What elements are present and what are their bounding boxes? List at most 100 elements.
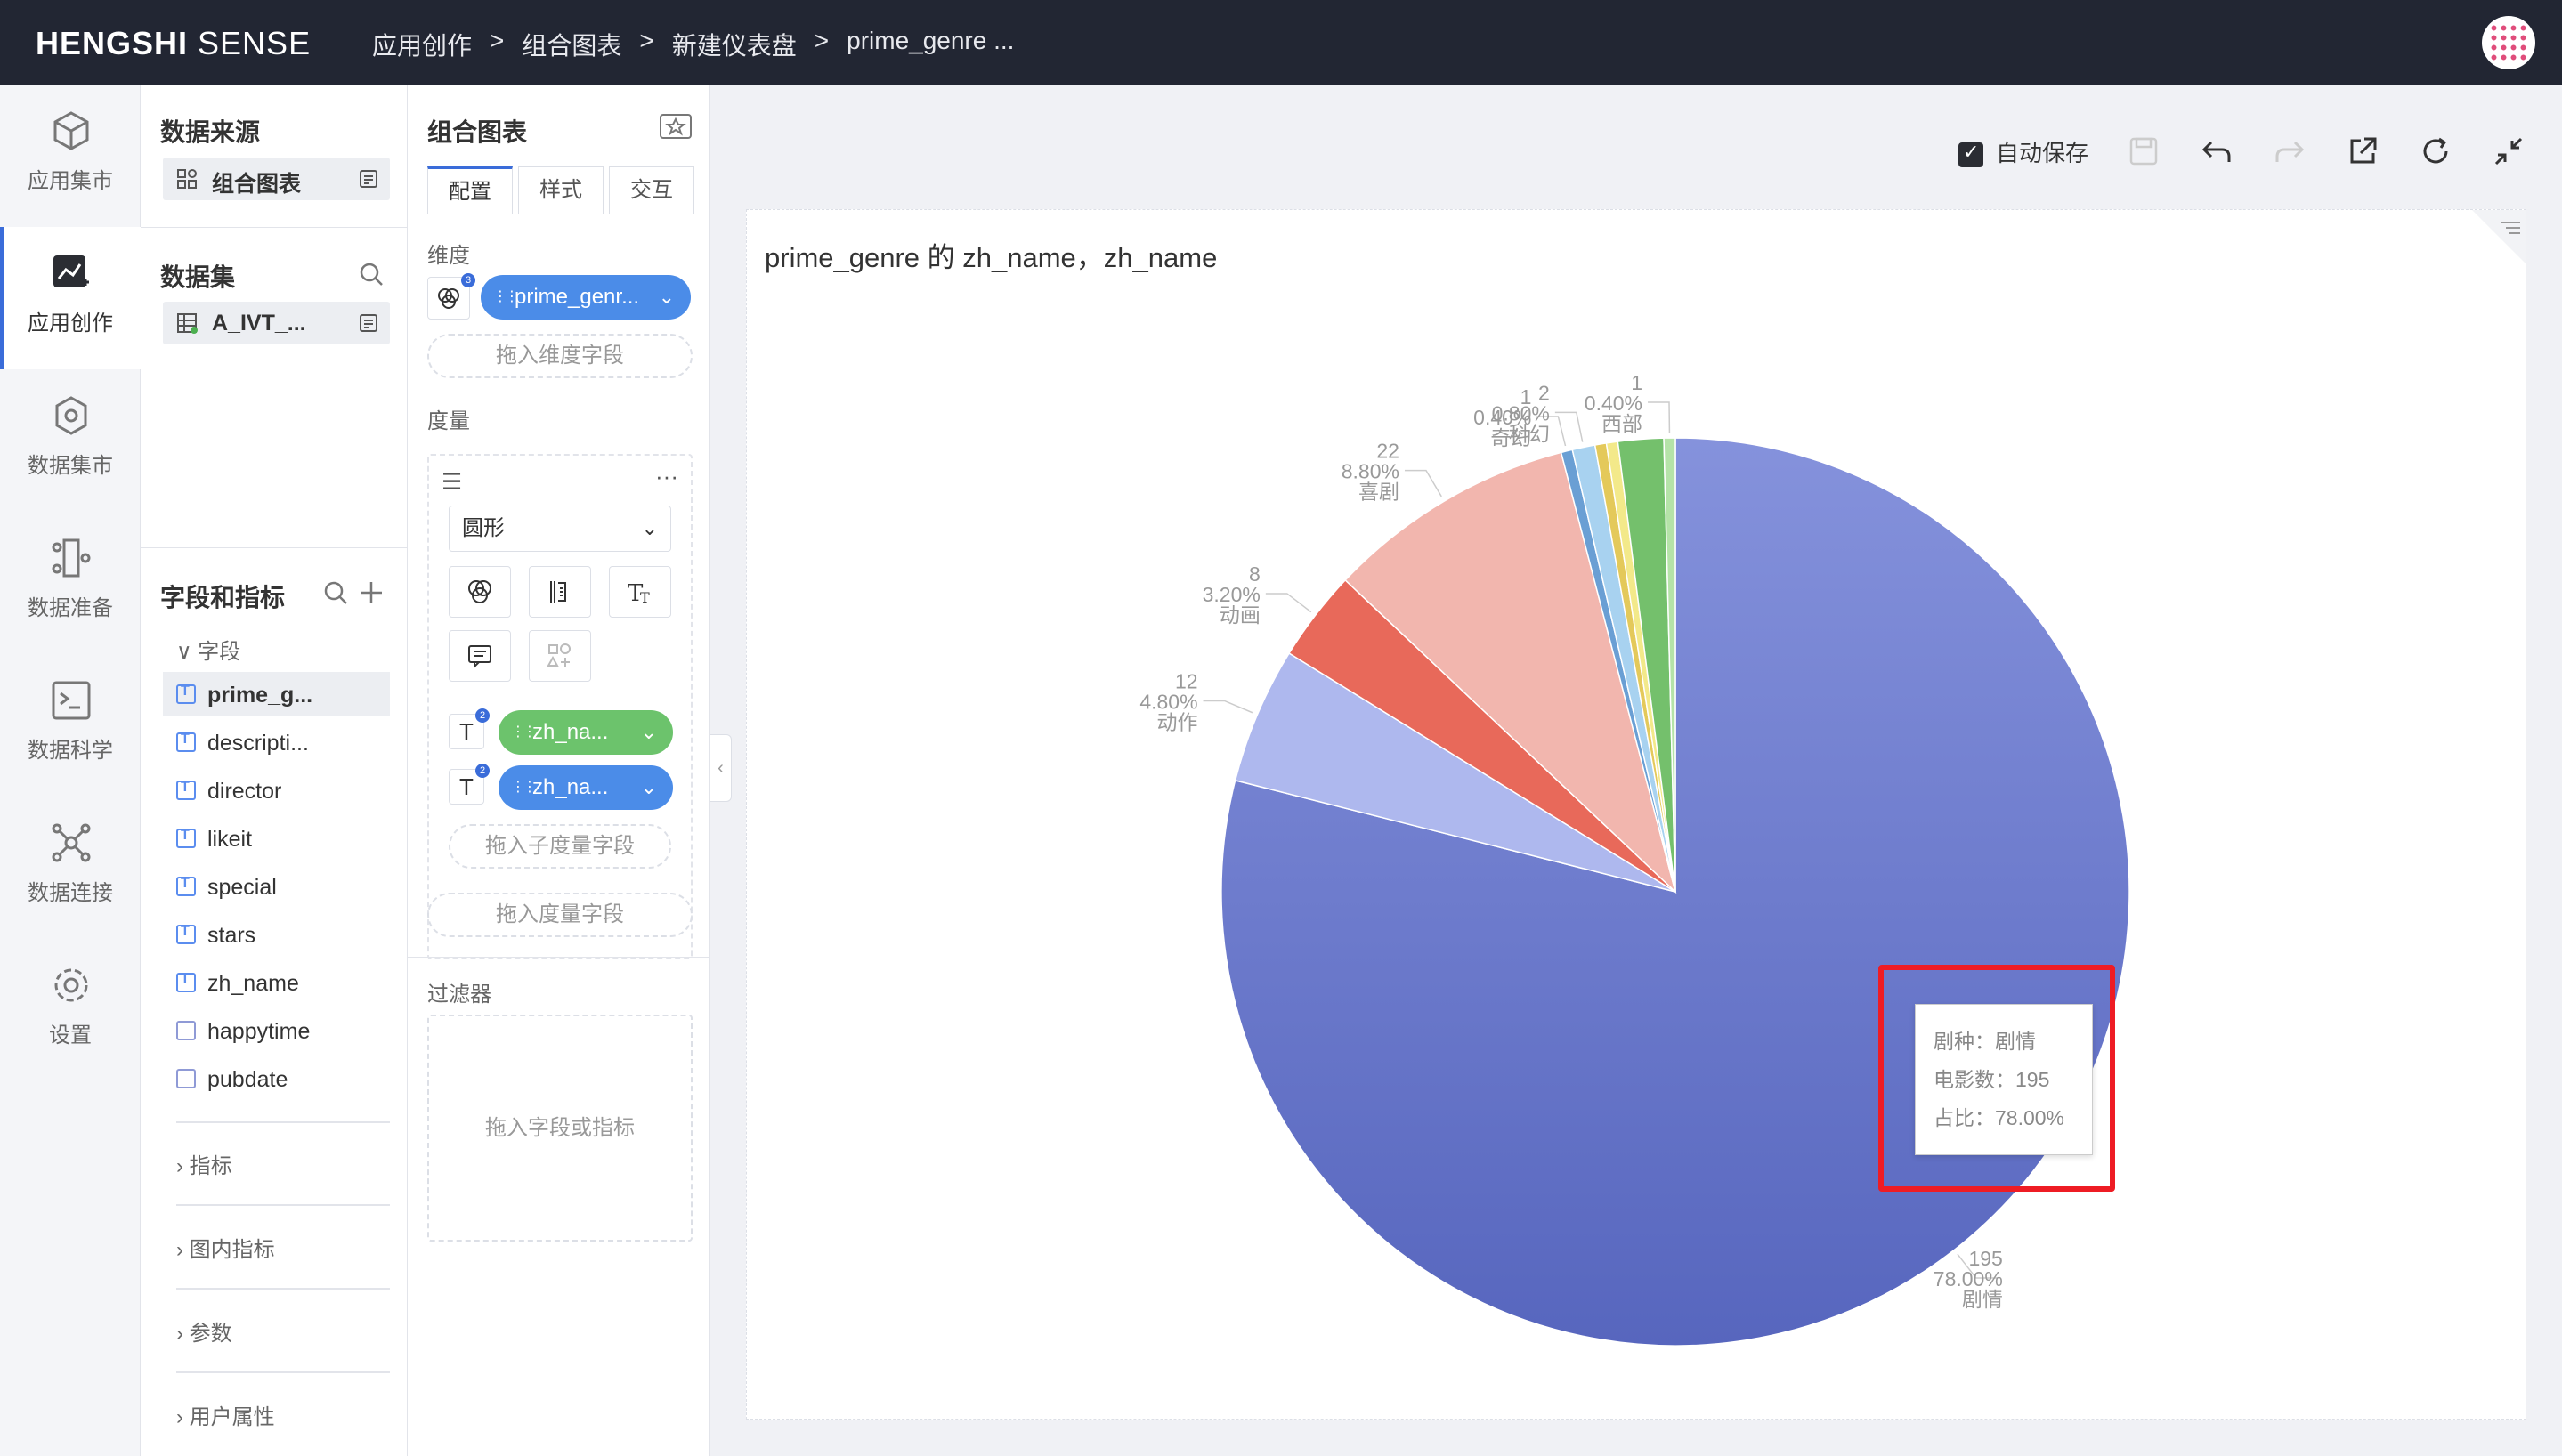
edit-icon[interactable] xyxy=(358,312,379,334)
connection-icon xyxy=(52,823,91,862)
size-setting-button[interactable] xyxy=(529,566,591,618)
edit-icon[interactable] xyxy=(358,168,379,190)
checkbox-checked-icon xyxy=(1958,141,1983,167)
field-name: stars xyxy=(207,923,256,948)
avatar-pattern xyxy=(2489,23,2528,62)
filter-label: 过滤器 xyxy=(427,983,491,1007)
source-selector[interactable]: 组合图表 xyxy=(163,158,390,200)
label-leader-line xyxy=(1265,593,1312,613)
measure-label: 度量 xyxy=(427,409,470,433)
source-value: 组合图表 xyxy=(212,172,302,197)
autosave-toggle[interactable]: 自动保存 xyxy=(1958,135,2088,168)
group-metrics[interactable]: › 指标 xyxy=(176,1148,232,1179)
nav-data-prep[interactable]: 数据准备 xyxy=(0,512,141,654)
measure-count-badge: 2 xyxy=(475,708,490,723)
nav-app-market[interactable]: 应用集市 xyxy=(0,85,141,227)
tooltip-line: 电影数：195 xyxy=(1934,1068,2050,1091)
tooltip-setting-button[interactable] xyxy=(449,630,511,682)
nav-label: 应用创作 xyxy=(28,311,113,336)
label-leader-line xyxy=(1648,401,1671,433)
measure-pill-1[interactable]: zh_na... ⌄ xyxy=(499,710,673,755)
nav-data-connect[interactable]: 数据连接 xyxy=(0,797,141,939)
nav-label: 应用集市 xyxy=(28,169,113,193)
text-field-icon xyxy=(176,876,196,896)
chevron-right-icon: › xyxy=(176,1405,183,1429)
measure-drop-zone[interactable]: 拖入度量字段 xyxy=(427,893,693,937)
field-item[interactable]: happytime xyxy=(163,1008,390,1053)
filter-drop-zone[interactable]: 拖入字段或指标 xyxy=(427,1015,693,1242)
slice-name-label: 西部 xyxy=(1601,412,1642,435)
measure-pill-label: zh_na... xyxy=(532,720,609,744)
add-icon[interactable] xyxy=(358,579,385,606)
dimension-pill[interactable]: prime_genr... ⌄ xyxy=(481,275,691,320)
search-icon[interactable] xyxy=(322,579,349,606)
fields-group-toggle[interactable]: ∨ 字段 xyxy=(176,634,240,665)
divider xyxy=(176,1288,390,1290)
divider xyxy=(408,957,710,958)
field-item[interactable]: director xyxy=(163,768,390,813)
group-user-attrs[interactable]: › 用户属性 xyxy=(176,1399,275,1430)
slice-name-label: 喜剧 xyxy=(1358,481,1399,504)
data-market-icon xyxy=(55,396,87,435)
tab-style[interactable]: 样式 xyxy=(518,166,604,214)
bookmark-icon[interactable] xyxy=(659,113,693,140)
exit-fullscreen-icon[interactable] xyxy=(2491,133,2526,169)
tab-config[interactable]: 配置 xyxy=(427,166,513,214)
search-icon[interactable] xyxy=(358,261,385,287)
measure-count-badge: 2 xyxy=(475,764,490,778)
sub-measure-drop-zone[interactable]: 拖入子度量字段 xyxy=(449,824,671,869)
nav-data-market[interactable]: 数据集市 xyxy=(0,369,141,512)
dimension-drop-zone[interactable]: 拖入维度字段 xyxy=(427,334,693,378)
tab-interaction[interactable]: 交互 xyxy=(609,166,694,214)
shape-setting-button xyxy=(529,630,591,682)
nav-data-science[interactable]: 数据科学 xyxy=(0,654,141,797)
label-setting-button[interactable]: TT xyxy=(609,566,671,618)
left-nav: 应用集市 应用创作 数据集市 数据准备 数据科学 数据连接 设置 xyxy=(0,85,141,1456)
field-item[interactable]: zh_name xyxy=(163,960,390,1005)
venn-icon xyxy=(438,288,459,309)
field-item[interactable]: pubdate xyxy=(163,1056,390,1101)
slice-name-label: 动作 xyxy=(1157,710,1198,733)
dataset-selector[interactable]: A_IVT_... xyxy=(163,302,390,344)
field-item[interactable]: special xyxy=(163,864,390,909)
collapse-panel-button[interactable]: ‹ xyxy=(710,734,732,802)
divider xyxy=(176,1371,390,1373)
measure-pill-2[interactable]: zh_na... ⌄ xyxy=(499,765,673,810)
breadcrumb-item[interactable]: 应用创作 xyxy=(372,27,472,62)
grid-icon xyxy=(177,169,197,189)
chart-type-select[interactable]: 圆形 ⌄ xyxy=(449,506,671,552)
color-setting-button[interactable] xyxy=(449,566,511,618)
breadcrumb-item[interactable]: 新建仪表盘 xyxy=(672,27,797,62)
dimension-label: 维度 xyxy=(427,244,470,268)
chevron-left-icon: ‹ xyxy=(718,758,724,778)
field-name: descripti... xyxy=(207,731,309,756)
undo-icon[interactable] xyxy=(2199,133,2234,169)
avatar[interactable] xyxy=(2482,16,2535,69)
group-params[interactable]: › 参数 xyxy=(176,1315,232,1347)
measure-pill-label: zh_na... xyxy=(532,775,609,799)
top-bar: HENGSHI SENSE 应用创作 > 组合图表 > 新建仪表盘 > prim… xyxy=(0,0,2562,85)
field-item[interactable]: prime_g... xyxy=(163,672,390,716)
chart-card[interactable]: prime_genre 的 zh_name，zh_name 195 78.00% 剧… xyxy=(746,209,2526,1420)
share-icon[interactable] xyxy=(2345,133,2380,169)
nav-app-create[interactable]: 应用创作 xyxy=(0,227,141,369)
drag-handle-icon[interactable]: ☰ xyxy=(442,468,462,496)
breadcrumb-separator: > xyxy=(814,27,830,54)
nav-label: 设置 xyxy=(49,1023,92,1048)
nav-settings[interactable]: 设置 xyxy=(0,939,141,1081)
brand-logo[interactable]: HENGSHI SENSE xyxy=(36,25,311,62)
nav-label: 数据科学 xyxy=(28,739,113,763)
nav-label: 数据连接 xyxy=(28,881,113,905)
breadcrumb-item[interactable]: 组合图表 xyxy=(522,27,621,62)
field-item[interactable]: likeit xyxy=(163,816,390,861)
field-item[interactable]: stars xyxy=(163,912,390,957)
group-chart-metrics[interactable]: › 图内指标 xyxy=(176,1232,275,1263)
field-name: pubdate xyxy=(207,1067,288,1092)
measure-group: ☰ ··· 圆形 ⌄ TT T 2 zh_na... ⌄ T 2 zh_na.. xyxy=(427,454,693,959)
more-icon[interactable]: ··· xyxy=(655,463,678,490)
refresh-icon[interactable] xyxy=(2418,133,2453,169)
slice-name-label: 科幻 xyxy=(1509,422,1550,445)
group-label: 用户属性 xyxy=(189,1405,275,1429)
nav-label: 数据准备 xyxy=(28,596,113,620)
field-item[interactable]: descripti... xyxy=(163,720,390,764)
